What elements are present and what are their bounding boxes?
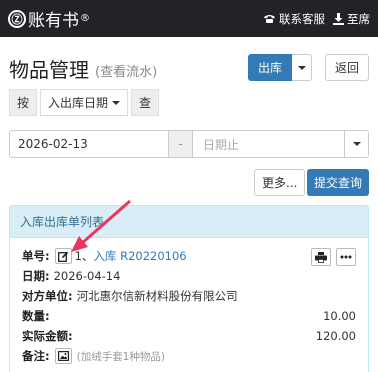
caret-down-icon bbox=[112, 100, 121, 105]
amount-label: 实际金额: bbox=[22, 329, 73, 343]
quantity-label: 数量: bbox=[22, 309, 50, 323]
out-dropdown-toggle[interactable] bbox=[292, 54, 313, 81]
note-label: 备注: bbox=[22, 349, 50, 363]
brand-name: 账有书 bbox=[28, 11, 79, 31]
filter-by-label: 按 bbox=[9, 89, 38, 116]
panel-title: 入库出库单列表 bbox=[10, 206, 368, 238]
date-label: 日期: bbox=[22, 269, 50, 283]
date-to-input[interactable]: 日期止 bbox=[193, 131, 344, 157]
page-title: 物品管理 bbox=[9, 57, 89, 82]
caret-down-icon bbox=[352, 142, 361, 146]
doc-number-row: 单号: 1、 入库 R20220106 bbox=[22, 247, 356, 265]
date-dropdown-toggle[interactable] bbox=[344, 131, 368, 157]
user-name: 至席 bbox=[347, 11, 370, 26]
page-subtitle: (查看流水) bbox=[95, 64, 158, 80]
note-value: (加绒手套1种物品) bbox=[76, 350, 165, 363]
out-button[interactable]: 出库 bbox=[248, 54, 293, 81]
filter-query-label: 查 bbox=[131, 89, 160, 116]
user-menu[interactable]: 至席 bbox=[333, 11, 370, 27]
party-label: 对方单位: bbox=[22, 289, 73, 303]
party-row: 对方单位: 河北惠尔信新材料股份有限公司 bbox=[22, 287, 356, 305]
date-from-input[interactable]: 2026-02-13 bbox=[10, 131, 168, 157]
out-button-group: 出库 bbox=[248, 54, 313, 81]
party-value: 河北惠尔信新材料股份有限公司 bbox=[76, 289, 238, 303]
brand-registered-mark: ® bbox=[80, 13, 90, 24]
brand-logo-icon: Ⓩ bbox=[8, 9, 26, 28]
record-list-panel: 入库出库单列表 单号: 1、 入库 R20220106 日期: 2026-04-… bbox=[9, 205, 369, 372]
doc-number-link[interactable]: 入库 R20220106 bbox=[93, 248, 186, 264]
image-icon bbox=[57, 351, 69, 361]
note-row: 备注: (加绒手套1种物品) bbox=[22, 347, 356, 365]
date-range: 2026-02-13 - 日期止 bbox=[9, 130, 369, 158]
brand[interactable]: Ⓩ 账有书 ® bbox=[8, 6, 90, 31]
top-navbar: Ⓩ 账有书 ® 联系客服 至席 bbox=[0, 0, 378, 37]
back-button[interactable]: 返回 bbox=[324, 54, 369, 81]
doc-number-label: 单号: bbox=[22, 249, 50, 263]
edit-icon bbox=[57, 251, 68, 262]
submit-query-button[interactable]: 提交查询 bbox=[306, 169, 369, 196]
doc-number-prefix: 1、 bbox=[74, 249, 94, 263]
contact-service-label: 联系客服 bbox=[279, 11, 325, 26]
quantity-row: 数量: 10.00 bbox=[22, 307, 356, 325]
filter-field-value: 入出库日期 bbox=[48, 96, 109, 110]
date-separator: - bbox=[168, 131, 193, 157]
date-value: 2026-04-14 bbox=[53, 269, 121, 283]
filter-field-select[interactable]: 入出库日期 bbox=[40, 89, 129, 116]
image-button[interactable] bbox=[54, 348, 72, 364]
phone-icon bbox=[264, 15, 275, 23]
caret-down-icon bbox=[297, 65, 306, 70]
amount-row: 实际金额: 120.00 bbox=[22, 327, 356, 345]
amount-value: 120.00 bbox=[315, 329, 356, 343]
date-row-item: 日期: 2026-04-14 bbox=[22, 267, 356, 285]
more-button[interactable]: 更多... bbox=[254, 169, 306, 196]
quantity-value: 10.00 bbox=[323, 309, 356, 323]
contact-service-link[interactable]: 联系客服 bbox=[263, 11, 325, 27]
edit-button[interactable] bbox=[54, 248, 72, 264]
download-user-icon bbox=[333, 12, 344, 25]
record-card: 单号: 1、 入库 R20220106 日期: 2026-04-14 对方单位:… bbox=[10, 239, 368, 372]
